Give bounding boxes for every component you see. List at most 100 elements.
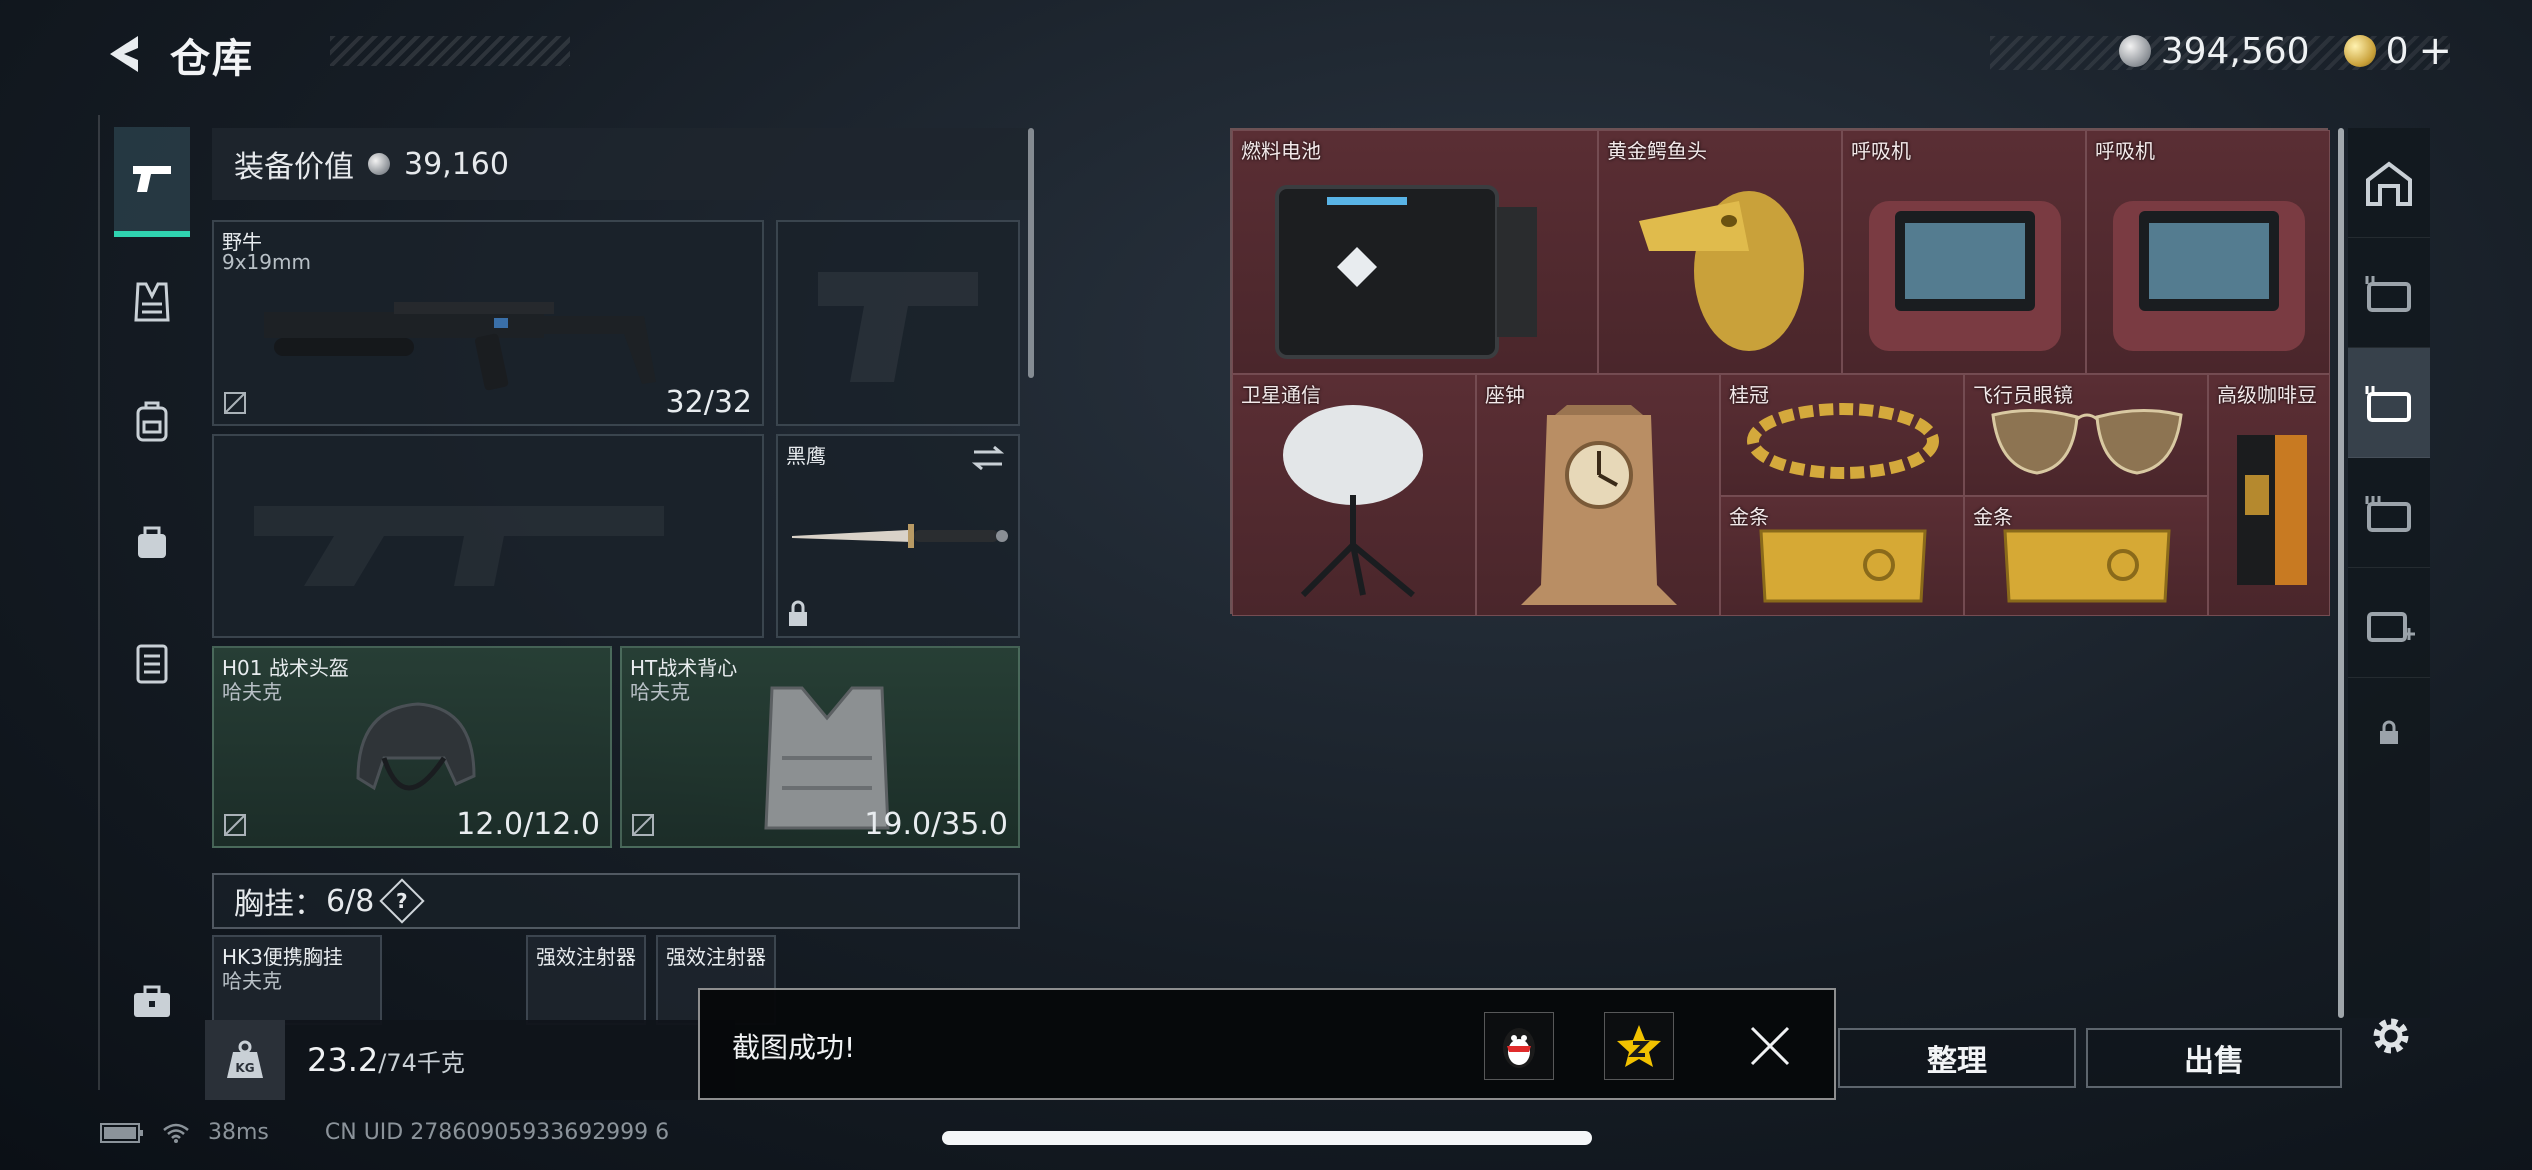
vest-brand: 哈夫克 — [630, 680, 690, 704]
helmet-slot[interactable]: H01 战术头盔 哈夫克 12.0/12.0 — [212, 646, 612, 848]
melee-name: 黑鹰 — [786, 444, 826, 468]
bag-icon — [138, 526, 166, 558]
secondary-weapon-slot-empty[interactable] — [212, 434, 764, 638]
stash-page-2[interactable] — [2348, 238, 2430, 348]
settings-button[interactable] — [2360, 1005, 2422, 1067]
stash-item[interactable]: 黄金鳄鱼头 — [1598, 130, 1842, 374]
status-bar: 38ms CN UID 27860905933692999 6 — [100, 1120, 669, 1145]
silver-coin-icon — [2118, 35, 2151, 67]
stash-grid: 燃料电池 黄金鳄鱼头 呼吸机 呼吸机 卫星通信 座钟 桂冠 飞行员眼镜 高级咖啡… — [1230, 128, 2330, 616]
currency-display: 394,560 0 + — [2118, 28, 2452, 74]
player-uid: CN UID 27860905933692999 6 — [324, 1120, 670, 1145]
item-name: 桂冠 — [1729, 383, 1769, 407]
add-case-icon — [2367, 611, 2415, 642]
chest-rig-header[interactable]: 胸挂： 6/8 ? — [212, 873, 1020, 929]
pistol-silhouette-icon — [818, 272, 978, 382]
silver-coin-icon — [368, 153, 390, 175]
stash-page-add[interactable] — [2348, 568, 2430, 678]
share-qq-button[interactable] — [1484, 1012, 1554, 1080]
chest-rig-item-brand: 哈夫克 — [222, 969, 282, 993]
helmet-durability: 12.0/12.0 — [456, 807, 600, 842]
gold-coin-icon — [2343, 35, 2376, 67]
rifle-silhouette-icon — [254, 506, 664, 586]
rail-toolbox[interactable] — [114, 947, 190, 1057]
home-indicator[interactable] — [942, 1131, 1592, 1145]
loadout-scrollbar[interactable] — [1028, 128, 1034, 378]
melee-slot[interactable]: 黑鹰 — [776, 434, 1020, 638]
stash-item[interactable]: 呼吸机 — [2086, 130, 2330, 374]
expansion-case-icon — [2365, 495, 2411, 532]
item-name: 呼吸机 — [2095, 139, 2155, 163]
back-button[interactable] — [100, 30, 148, 78]
item-name: 卫星通信 — [1241, 383, 1321, 407]
vest-slot[interactable]: HT战术背心 哈夫克 19.0/35.0 — [620, 646, 1020, 848]
toolbox-icon — [134, 985, 170, 1017]
stash-item[interactable]: 座钟 — [1476, 374, 1720, 616]
rail-bag[interactable] — [114, 487, 190, 597]
satellite-dish-image — [1283, 405, 1423, 598]
chest-rig-slot-item: 强效注射器 — [666, 945, 766, 969]
rail-container[interactable] — [114, 607, 190, 717]
item-name: 金条 — [1973, 505, 2013, 529]
weapon-ammo: 32/32 — [665, 385, 752, 420]
rail-weapons[interactable] — [114, 127, 190, 237]
stash-item[interactable]: 飞行员眼镜 — [1964, 374, 2208, 496]
pistol-icon — [133, 166, 171, 192]
item-name: 呼吸机 — [1851, 139, 1911, 163]
stash-page-locked[interactable] — [2348, 678, 2430, 788]
stash-item[interactable]: 桂冠 — [1720, 374, 1964, 496]
back-arrow-icon — [110, 36, 138, 72]
no-insure-icon — [632, 814, 654, 836]
weight-readout: 23.2/74千克 — [285, 1041, 465, 1079]
knife-image — [792, 524, 1008, 548]
item-name: 金条 — [1729, 505, 1769, 529]
stash-item[interactable]: 金条 — [1964, 496, 2208, 616]
stash-page-rail — [2348, 128, 2430, 1018]
chest-rig-item[interactable]: HK3便携胸挂 哈夫克 — [212, 935, 382, 1025]
weight-current: 23.2 — [307, 1041, 379, 1079]
weight-icon: KG — [205, 1020, 285, 1100]
stash-item[interactable]: 卫星通信 — [1232, 374, 1476, 616]
stash-page-main[interactable] — [2348, 128, 2430, 238]
stash-page-3[interactable] — [2348, 348, 2430, 458]
equip-value-bar: 装备价值 39,160 — [212, 128, 1032, 200]
gold-bar-image — [2003, 529, 2171, 603]
stash-item[interactable]: 呼吸机 — [1842, 130, 2086, 374]
gold-amount: 0 — [2385, 30, 2409, 72]
swap-icon[interactable] — [970, 444, 1006, 472]
respirator-image — [1869, 201, 2061, 351]
rail-armor[interactable] — [114, 247, 190, 357]
stash-page-4[interactable] — [2348, 458, 2430, 568]
smg-image — [264, 302, 656, 391]
helmet-brand: 哈夫克 — [222, 680, 282, 704]
respirator-image — [2113, 201, 2305, 351]
help-icon[interactable]: ? — [379, 878, 425, 924]
sell-button[interactable]: 出售 — [2086, 1028, 2342, 1088]
share-qzone-button[interactable] — [1604, 1012, 1674, 1080]
organize-button[interactable]: 整理 — [1838, 1028, 2076, 1088]
rail-backpack[interactable] — [114, 367, 190, 477]
aviator-glasses-image — [1991, 409, 2183, 475]
primary-weapon-slot[interactable]: 野牛 9x19mm 32/32 — [212, 220, 764, 426]
stash-item[interactable]: 金条 — [1720, 496, 1964, 616]
stash-item[interactable]: 燃料电池 — [1232, 130, 1598, 374]
pistol-slot-empty[interactable] — [776, 220, 1020, 426]
silver-amount: 394,560 — [2160, 30, 2310, 72]
no-insure-icon — [224, 392, 246, 414]
add-currency-button[interactable]: + — [2418, 28, 2452, 74]
chest-rig-slot[interactable]: 强效注射器 — [526, 935, 646, 1025]
stash-scrollbar[interactable] — [2338, 128, 2344, 1018]
item-name: 黄金鳄鱼头 — [1607, 139, 1707, 163]
coffee-bag-image — [2237, 435, 2307, 585]
expansion-case-icon — [2365, 275, 2411, 312]
item-name: 飞行员眼镜 — [1973, 383, 2073, 407]
toast-message: 截图成功! — [732, 1031, 856, 1064]
svg-text:KG: KG — [235, 1061, 254, 1075]
page-title: 仓库 — [170, 36, 254, 82]
gear-icon — [2373, 1018, 2409, 1054]
stash-item[interactable]: 高级咖啡豆 — [2208, 374, 2330, 616]
lock-icon — [789, 600, 807, 626]
weapon-caliber: 9x19mm — [222, 250, 311, 274]
close-icon[interactable] — [1744, 1020, 1796, 1072]
equip-value-label: 装备价值 — [234, 150, 354, 185]
